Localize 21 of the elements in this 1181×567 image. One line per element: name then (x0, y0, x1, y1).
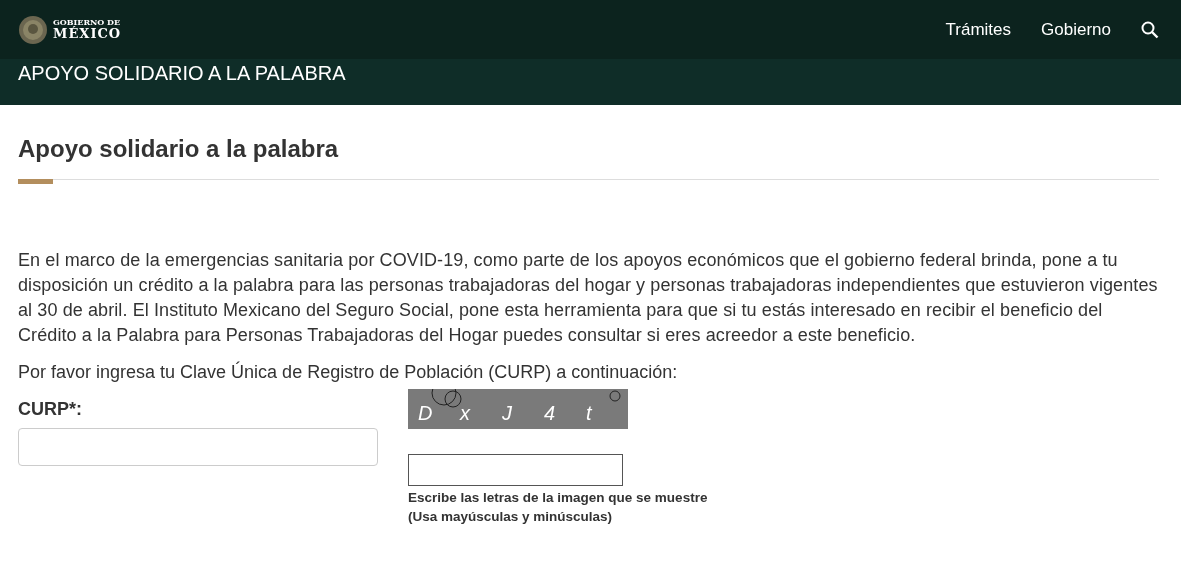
captcha-character: D (418, 402, 434, 425)
captcha-character: J (502, 402, 513, 425)
logo-text-large: MÉXICO (53, 26, 122, 41)
heading-accent (18, 179, 53, 184)
seal-icon (18, 14, 48, 45)
search-icon[interactable] (1141, 20, 1159, 39)
intro-paragraph: En el marco de la emergencias sanitaria por COVID-19, como parte de los apoyos económicos que el gobierno federal brinda, pone a tu disposición un crédito a la palabra para las personas trabajadoras del hogar y personas trabajadoras independientes que estuvieron vigentes al 30 de abril. El Instituto Mexicano del Seguro Social, pone esta herramienta para que si tu estás interesado en recibir el beneficio del Crédito a la Palabra para Personas Trabajadoras del Hogar puedes consultar si eres acreedor a este beneficio. (18, 249, 1159, 347)
captcha-character: 4 (544, 402, 557, 425)
captcha-character: x (460, 402, 472, 425)
nav-link[interactable]: Gobierno (1041, 19, 1111, 40)
curp-field[interactable] (18, 428, 378, 466)
captcha-help-text: Escribe las letras de la imagen que se muestre (408, 489, 709, 507)
instruction-text: Por favor ingresa tu Clave Única de Registro de Población (CURP) a continuación: (18, 360, 679, 384)
captcha-help-text: (Usa mayúsculas y minúsculas) (408, 508, 614, 526)
curp-label: CURP*: (18, 399, 83, 420)
nav-link[interactable]: Trámites (945, 19, 1012, 40)
captcha-field[interactable] (408, 454, 623, 486)
captcha-character: t (586, 402, 593, 425)
logo-text-small: GOBIERNO DE (53, 18, 122, 27)
banner-title: APOYO SOLIDARIO A LA PALABRA (18, 62, 346, 84)
page-heading: Apoyo solidario a la palabra (18, 135, 340, 164)
